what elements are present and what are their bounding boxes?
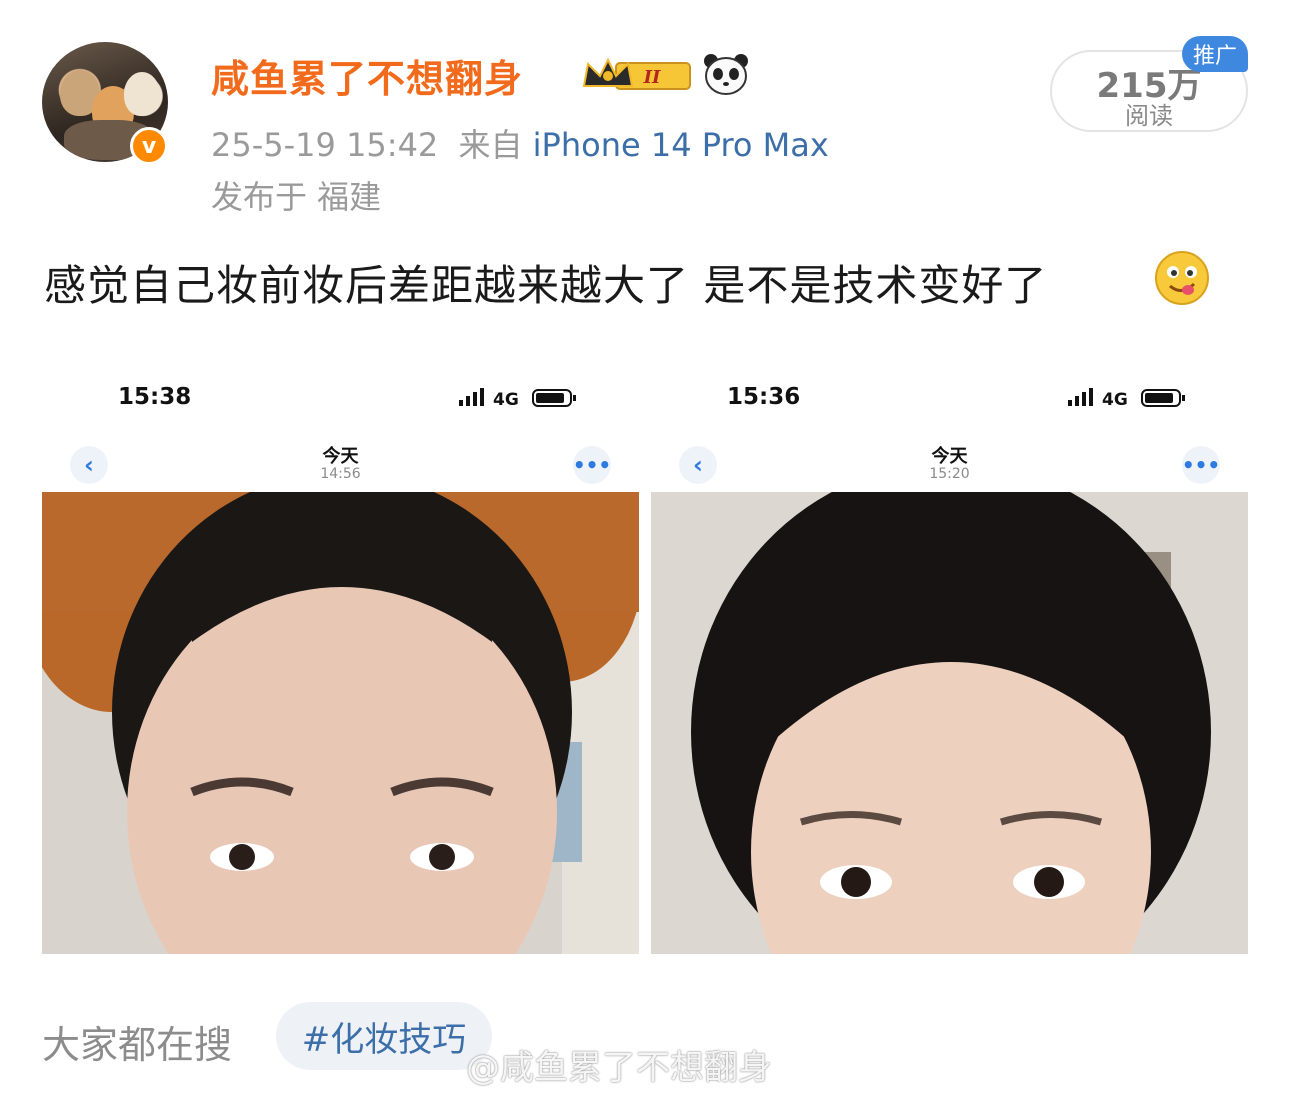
level-badge-label: II (643, 67, 661, 88)
signal-icon: 4G (459, 388, 576, 410)
crown-level-icon: II (582, 57, 691, 90)
reads-label: 阅读 (1125, 102, 1173, 130)
more-dots-icon[interactable]: ••• (1182, 446, 1220, 484)
status-time: 15:38 (118, 384, 192, 410)
signal-icon: 4G (1068, 388, 1185, 410)
verified-badge-icon: v (130, 127, 168, 165)
status-time: 15:36 (727, 384, 801, 410)
promo-badge: 推广 (1182, 36, 1248, 72)
post-text: 感觉自己妆前妆后差距越来越大了 是不是技术变好了 (44, 261, 1048, 310)
drooling-emoji-icon (1155, 251, 1209, 305)
device-link[interactable]: iPhone 14 Pro Max (533, 126, 829, 164)
nav-title: 今天 (322, 446, 359, 467)
timestamp: 25-5-19 15:42 (211, 126, 439, 164)
nav-time: 14:56 (320, 466, 361, 482)
nav-title: 今天 (931, 446, 968, 467)
hashtag-chip[interactable]: #化妆技巧 (276, 1002, 492, 1070)
watermark: @咸鱼累了不想翻身 (466, 1048, 772, 1088)
screenshot-before[interactable]: 15:38 4G ‹ 今天 14:56 ••• (42, 360, 639, 954)
trending-search-label: 大家都在搜 (42, 1023, 233, 1067)
nav-time: 15:20 (929, 466, 970, 482)
selfie-photo (651, 492, 1248, 954)
selfie-photo (42, 492, 639, 954)
username[interactable]: 咸鱼累了不想翻身 (211, 48, 523, 103)
post-meta: 25-5-19 15:42 来自 iPhone 14 Pro Max (211, 120, 829, 166)
panda-icon (704, 54, 748, 95)
network-label: 4G (493, 390, 519, 410)
screenshot-after[interactable]: 15:36 4G ‹ 今天 15:20 ••• (651, 360, 1248, 954)
location: 发布于 福建 (211, 178, 382, 216)
network-label: 4G (1102, 390, 1128, 410)
more-dots-icon[interactable]: ••• (573, 446, 611, 484)
source-prefix: 来自 (458, 126, 523, 164)
